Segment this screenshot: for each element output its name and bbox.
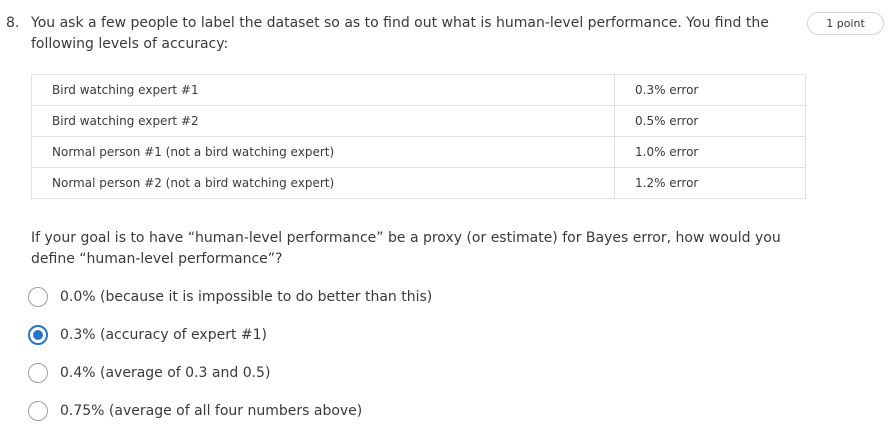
person-cell: Normal person #1 (not a bird watching ex… <box>31 136 615 168</box>
error-cell: 1.2% error <box>614 167 806 199</box>
radio-button[interactable] <box>28 325 48 345</box>
table-row: Bird watching expert #2 0.5% error <box>31 105 806 137</box>
option-label[interactable]: 0.3% (accuracy of expert #1) <box>60 325 267 345</box>
radio-button[interactable] <box>28 287 48 307</box>
person-cell: Bird watching expert #2 <box>31 105 615 137</box>
answer-option[interactable]: 0.4% (average of 0.3 and 0.5) <box>28 363 432 401</box>
answer-options: 0.0% (because it is impossible to do bet… <box>28 287 432 439</box>
radio-button[interactable] <box>28 401 48 421</box>
table-row: Normal person #1 (not a bird watching ex… <box>31 136 806 168</box>
person-cell: Normal person #2 (not a bird watching ex… <box>31 167 615 199</box>
radio-button[interactable] <box>28 363 48 383</box>
error-cell: 1.0% error <box>614 136 806 168</box>
points-badge: 1 point <box>807 12 884 35</box>
person-cell: Bird watching expert #1 <box>31 74 615 106</box>
option-label[interactable]: 0.75% (average of all four numbers above… <box>60 401 362 421</box>
question-number: 8. <box>6 15 20 31</box>
error-cell: 0.5% error <box>614 105 806 137</box>
answer-option[interactable]: 0.0% (because it is impossible to do bet… <box>28 287 432 325</box>
answer-option[interactable]: 0.3% (accuracy of expert #1) <box>28 325 432 363</box>
option-label[interactable]: 0.4% (average of 0.3 and 0.5) <box>60 363 270 383</box>
option-label[interactable]: 0.0% (because it is impossible to do bet… <box>60 287 432 307</box>
question-prompt: You ask a few people to label the datase… <box>31 15 769 52</box>
answer-option[interactable]: 0.75% (average of all four numbers above… <box>28 401 432 439</box>
question-subprompt: If your goal is to have “human-level per… <box>31 230 781 267</box>
table-row: Bird watching expert #1 0.3% error <box>31 74 806 106</box>
table-row: Normal person #2 (not a bird watching ex… <box>31 167 806 199</box>
error-table: Bird watching expert #1 0.3% error Bird … <box>31 74 806 199</box>
error-cell: 0.3% error <box>614 74 806 106</box>
